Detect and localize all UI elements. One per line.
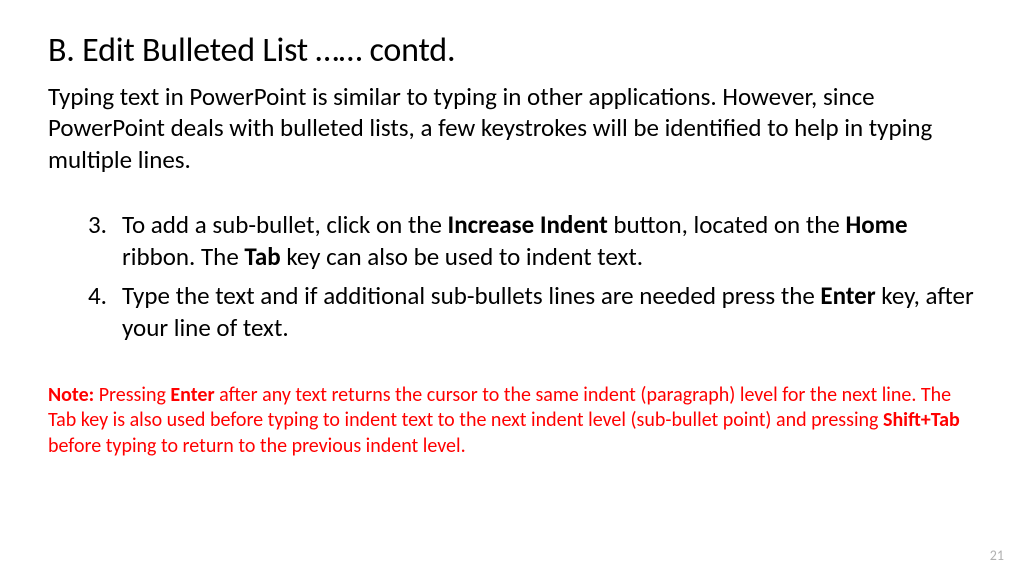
slide-title: B. Edit Bulleted List …… contd. bbox=[48, 30, 976, 71]
list-item: 3. To add a sub-bullet, click on the Inc… bbox=[88, 209, 976, 274]
item-text: Type the text and if additional sub-bull… bbox=[122, 280, 820, 311]
note-text: before typing to return to the previous … bbox=[48, 434, 466, 458]
list-item: 4. Type the text and if additional sub-b… bbox=[88, 280, 976, 345]
item-bold: Tab bbox=[244, 241, 280, 272]
note-bold: Shift+Tab bbox=[883, 408, 960, 432]
item-text: button, located on the bbox=[608, 209, 846, 240]
intro-paragraph: Typing text in PowerPoint is similar to … bbox=[48, 81, 976, 175]
note-label: Note: bbox=[48, 383, 94, 407]
item-text: ribbon. The bbox=[122, 241, 244, 272]
item-text: To add a sub-bullet, click on the bbox=[122, 209, 448, 240]
item-bold: Home bbox=[845, 209, 907, 240]
note-text: Pressing bbox=[94, 383, 170, 407]
note-paragraph: Note: Pressing Enter after any text retu… bbox=[48, 383, 976, 460]
item-bold: Increase Indent bbox=[448, 209, 608, 240]
page-number: 21 bbox=[990, 547, 1004, 564]
item-text: key can also be used to indent text. bbox=[281, 241, 643, 272]
item-bold: Enter bbox=[820, 280, 875, 311]
note-bold: Enter bbox=[170, 383, 214, 407]
item-number: 4. bbox=[88, 280, 107, 313]
item-number: 3. bbox=[88, 209, 107, 242]
numbered-list: 3. To add a sub-bullet, click on the Inc… bbox=[48, 209, 976, 345]
